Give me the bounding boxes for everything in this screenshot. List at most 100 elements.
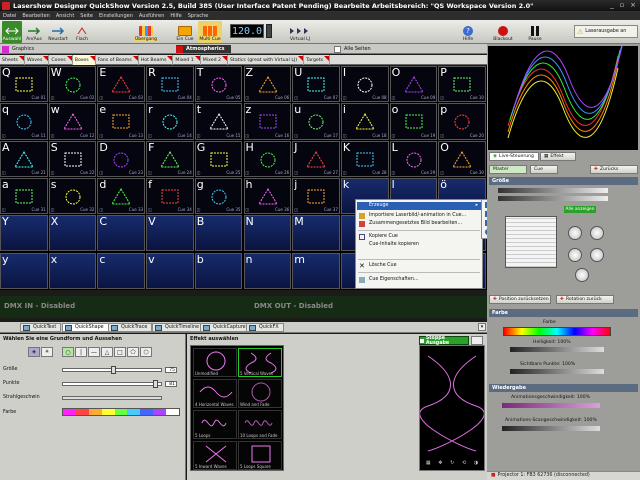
tab-live-steuerung[interactable]: ◉ Live-Steuerung [489,152,539,161]
menu-zusammengesetzt[interactable]: Zusammengesetztes Bild bearbeiten... [357,220,481,228]
cue-cell[interactable]: S ◫ Cue 22 [48,140,97,177]
cue-cell[interactable]: O ◫ Cue 09 [389,66,438,103]
category-alle-seiten[interactable]: Alle Seiten [334,45,371,53]
cue-cell[interactable]: F ◫ Cue 24 [146,140,194,177]
shape-square-button[interactable]: □ [114,347,126,357]
tab-quicktext[interactable]: QuickText [20,323,62,332]
output-settings-button[interactable] [471,336,483,345]
cue-cell[interactable]: y [0,252,48,289]
menu-cue-eigenschaften[interactable]: Cue Eigenschaften... [357,276,481,284]
points-slider-knob[interactable] [153,380,158,388]
rotation-dial-main[interactable] [575,268,589,282]
multi-cue-button[interactable]: Multi Cue [198,21,222,43]
cue-cell[interactable]: Q ◫ Cue 01 [0,66,48,103]
cue-cell[interactable]: H ◫ Cue 26 [243,140,292,177]
bpm-tap-button[interactable] [266,24,272,38]
points-slider[interactable] [62,380,162,388]
cue-cell[interactable]: K ◫ Cue 28 [340,140,389,177]
blackout-button[interactable]: Blackout [491,21,515,43]
effect-inward-waves[interactable]: 5 Inward Waves [193,441,237,470]
color-spectrum-slider[interactable] [503,327,611,336]
neustart-button[interactable]: Neustart [46,21,70,43]
menu-cue-inhalte-kopieren[interactable]: Cue-Inhalte kopieren [357,241,481,249]
category-graphics[interactable]: Graphics [2,45,34,53]
cue-cell[interactable]: p ◫ Cue 20 [438,103,486,140]
effect-list[interactable]: Unmodified 5 Vertical Waves 4 Horizontal… [190,345,284,471]
size-slider-knob[interactable] [111,366,116,374]
uebergang-button[interactable]: Übergang [134,21,159,43]
size-control-slider[interactable] [498,188,608,193]
cue-cell[interactable]: P ◫ Cue 10 [438,66,486,103]
cue-cell[interactable]: h ◫ Cue 36 [243,177,292,215]
cue-cell[interactable]: z ◫ Cue 16 [243,103,292,140]
menu-bearbeiten[interactable]: Bearbeiten [19,12,52,20]
effect-horizontal-waves[interactable]: 4 Horizontal Waves [193,379,237,408]
cue-cell[interactable]: a ◫ Cue 31 [0,177,48,215]
cue-cell[interactable]: s ◫ Cue 32 [48,177,97,215]
effect-10-loops-fade[interactable]: 10 Loops and Fade [238,410,282,439]
anim-scan-slider[interactable] [502,426,600,431]
position-reset-button[interactable]: ✚ Position zurücksetzen [489,295,551,304]
cue-cell[interactable]: C [97,215,146,252]
tab-statics[interactable]: Statics (great with Virtual LJ) [228,55,305,65]
effect-5-loops[interactable]: 5 Loops [193,410,237,439]
cue-cell[interactable]: r ◫ Cue 14 [146,103,194,140]
tab-quicktrace[interactable]: QuickTrace [108,323,153,332]
shape-line-button[interactable]: | [75,347,87,357]
tab-quickcapture[interactable]: QuickCapture [200,323,251,332]
cue-cell[interactable]: x [48,252,97,289]
close-button[interactable]: × [628,1,638,10]
size-y-slider[interactable] [498,196,608,201]
size-value[interactable]: 75 [165,367,177,373]
master-button[interactable]: Master [489,165,527,174]
shape-pentagon-button[interactable]: ⬠ [127,347,139,357]
cue-cell[interactable]: A ◫ Cue 21 [0,140,48,177]
tab-hot-beams[interactable]: Hot Beams [139,55,174,65]
tab-mixed-2[interactable]: Mixed 2 [201,55,229,65]
pause-button[interactable]: Pause [524,21,546,43]
virtual-lj-button[interactable]: Virtual LJ [286,21,314,43]
position-grid[interactable] [505,216,557,268]
effect-vertical-waves[interactable]: 5 Vertical Waves [238,348,282,377]
cue-cell[interactable]: E ◫ Cue 03 [97,66,146,103]
anim-speed-slider[interactable] [502,403,600,408]
points-value[interactable]: 81 [165,381,177,387]
cue-cell[interactable]: w ◫ Cue 12 [48,103,97,140]
reset-icon[interactable]: ⟲ [462,460,466,468]
tab-quickfx[interactable]: QuickFX [246,323,284,332]
menu-erzeuge[interactable]: Erzeuge ▸ [357,202,481,210]
bpm-display[interactable]: 120.0 [230,24,264,38]
wiedergabe-section[interactable]: Wiedergabe [489,384,638,392]
cue-cell[interactable]: Y [0,215,48,252]
cue-cell[interactable]: W ◫ Cue 02 [48,66,97,103]
panel-collapse-button[interactable]: ▾ [478,323,486,331]
menu-ansicht[interactable]: Ansicht [53,12,77,20]
maximize-button[interactable]: ▫ [617,1,627,10]
shape-diamond-button[interactable]: ◈ [28,347,40,357]
tab-sheets[interactable]: Sheets [0,55,25,65]
menu-datei[interactable]: Datei [0,12,19,20]
view-icon[interactable]: ◑ [474,460,478,468]
move-icon[interactable]: ✥ [438,460,442,468]
tab-boxes[interactable]: Boxes [72,55,96,65]
cue-cell[interactable]: V [146,215,194,252]
shape-star-button[interactable]: ✳ [41,347,53,357]
shape-triangle-button[interactable]: △ [101,347,113,357]
rotation-dial-x[interactable] [568,226,582,240]
minimize-button[interactable]: _ [607,1,617,10]
cue-cell[interactable]: o ◫ Cue 19 [389,103,438,140]
cue-cell[interactable]: u ◫ Cue 17 [292,103,340,140]
cue-cell[interactable]: f ◫ Cue 34 [146,177,194,215]
cue-cell[interactable]: b [194,252,243,289]
ein-cue-button[interactable]: Ein Cue [174,21,196,43]
alle-anzeigen-button[interactable]: Alle anzeigen [564,206,596,213]
cue-cell[interactable]: Ö ◫ Cue 30 [438,140,486,177]
brightness-slider[interactable] [510,347,604,352]
cue-cell[interactable]: T ◫ Cue 05 [194,66,243,103]
rotation-dial-z[interactable] [568,248,582,262]
color-palette[interactable] [62,408,180,416]
tab-quickshape[interactable]: QuickShape [62,323,109,332]
cue-cell[interactable]: J ◫ Cue 27 [292,140,340,177]
menu-ausfuehren[interactable]: Ausführen [136,12,167,20]
menu-loesche-cue[interactable]: ✕ Lösche Cue [357,262,481,270]
